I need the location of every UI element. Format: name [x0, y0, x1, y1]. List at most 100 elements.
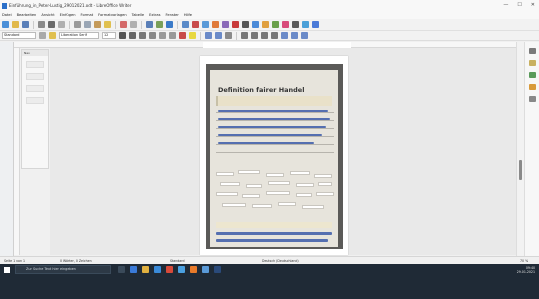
vertical-scrollbar[interactable]	[516, 42, 524, 256]
photos-icon[interactable]	[214, 266, 221, 273]
track-changes-icon[interactable]	[282, 21, 289, 28]
align-center-icon[interactable]	[251, 32, 258, 39]
menu-extras[interactable]: Extras	[149, 13, 160, 17]
numbering-icon[interactable]	[215, 32, 222, 39]
firefox-icon[interactable]	[190, 266, 197, 273]
sidebar-properties-icon[interactable]	[529, 48, 536, 54]
export-pdf-icon[interactable]	[38, 21, 45, 28]
find-replace-icon[interactable]	[146, 21, 153, 28]
footnote-icon[interactable]	[262, 21, 269, 28]
maximize-button[interactable]: ☐	[517, 2, 521, 8]
outline-icon[interactable]	[225, 32, 232, 39]
new-style-icon[interactable]	[39, 32, 46, 39]
cut-icon[interactable]	[74, 21, 81, 28]
decrease-indent-icon[interactable]	[301, 32, 308, 39]
save-icon[interactable]	[22, 21, 29, 28]
minimize-button[interactable]: —	[503, 2, 508, 8]
paragraph-style-select[interactable]: Standard	[2, 32, 36, 39]
navigator-entry[interactable]	[26, 85, 44, 92]
zoom-level[interactable]: 70 %	[520, 259, 528, 263]
superscript-icon[interactable]	[159, 32, 166, 39]
menu-format[interactable]: Format	[81, 13, 94, 17]
update-style-icon[interactable]	[49, 32, 56, 39]
print-preview-icon[interactable]	[58, 21, 65, 28]
align-left-icon[interactable]	[241, 32, 248, 39]
rule-line	[216, 144, 334, 145]
line-spacing-icon[interactable]	[281, 32, 288, 39]
document-page[interactable]: Definition fairer Handel	[200, 56, 348, 255]
font-size-select[interactable]: 12	[102, 32, 116, 39]
bold-icon[interactable]	[119, 32, 126, 39]
insert-field-icon[interactable]	[232, 21, 239, 28]
navigator-entry[interactable]	[26, 61, 44, 68]
font-color-icon[interactable]	[179, 32, 186, 39]
file-explorer-icon[interactable]	[142, 266, 149, 273]
menu-hilfe[interactable]: Hilfe	[184, 13, 192, 17]
menu-einfuegen[interactable]: Einfügen	[60, 13, 76, 17]
align-right-icon[interactable]	[261, 32, 268, 39]
navigator-header: Nav	[22, 50, 48, 56]
open-folder-icon[interactable]	[12, 21, 19, 28]
sidebar-gallery-icon[interactable]	[529, 72, 536, 78]
clone-formatting-icon[interactable]	[104, 21, 111, 28]
special-character-icon[interactable]	[242, 21, 249, 28]
navigator-entry[interactable]	[26, 97, 44, 104]
edge-icon[interactable]	[130, 266, 137, 273]
new-document-icon[interactable]	[2, 21, 9, 28]
menu-tabelle[interactable]: Tabelle	[132, 13, 145, 17]
justify-icon[interactable]	[271, 32, 278, 39]
task-view-icon[interactable]	[118, 266, 125, 273]
comment-icon[interactable]	[272, 21, 279, 28]
scrollbar-thumb[interactable]	[519, 160, 522, 180]
menu-datei[interactable]: Datei	[2, 13, 12, 17]
italic-icon[interactable]	[129, 32, 136, 39]
mail-icon[interactable]	[178, 266, 185, 273]
libreoffice-writer-taskbar-icon[interactable]	[202, 266, 209, 273]
menu-ansicht[interactable]: Ansicht	[41, 13, 54, 17]
vertical-ruler[interactable]	[14, 48, 20, 255]
navigator-panel[interactable]: Nav	[21, 49, 49, 169]
insert-table-icon[interactable]	[182, 21, 189, 28]
sidebar-navigator-icon[interactable]	[529, 84, 536, 90]
chrome-icon[interactable]	[166, 266, 173, 273]
insert-page-break-icon[interactable]	[222, 21, 229, 28]
document-canvas[interactable]: Definition fairer Handel	[50, 48, 516, 255]
increase-indent-icon[interactable]	[291, 32, 298, 39]
print-icon[interactable]	[48, 21, 55, 28]
spelling-icon[interactable]	[156, 21, 163, 28]
language-indicator[interactable]: Deutsch (Deutschland)	[262, 259, 299, 263]
formatting-marks-icon[interactable]	[166, 21, 173, 28]
basic-shapes-icon[interactable]	[302, 21, 309, 28]
subscript-icon[interactable]	[169, 32, 176, 39]
underline-icon[interactable]	[139, 32, 146, 39]
paste-icon[interactable]	[94, 21, 101, 28]
close-button[interactable]: ✕	[531, 2, 535, 8]
menu-fenster[interactable]: Fenster	[165, 13, 178, 17]
sidebar-toggle-icon[interactable]	[312, 21, 319, 28]
strikethrough-icon[interactable]	[149, 32, 156, 39]
sidebar-page-icon[interactable]	[529, 96, 536, 102]
store-icon[interactable]	[154, 266, 161, 273]
bullets-icon[interactable]	[205, 32, 212, 39]
formatting-toolbar: Standard Liberation Serif 12	[0, 31, 539, 41]
navigator-entry[interactable]	[26, 73, 44, 80]
system-tray-clock[interactable]: 09:40 29.01.2021	[517, 266, 535, 274]
menu-formatvorlagen[interactable]: Formatvorlagen	[98, 13, 126, 17]
font-name-select[interactable]: Liberation Serif	[59, 32, 99, 39]
copy-icon[interactable]	[84, 21, 91, 28]
line-icon[interactable]	[292, 21, 299, 28]
page-count[interactable]: Seite 1 von 1	[4, 259, 25, 263]
redo-icon[interactable]	[130, 21, 137, 28]
hyperlink-icon[interactable]	[252, 21, 259, 28]
insert-textbox-icon[interactable]	[212, 21, 219, 28]
windows-start-icon[interactable]	[4, 267, 10, 273]
menu-bearbeiten[interactable]: Bearbeiten	[17, 13, 37, 17]
undo-icon[interactable]	[120, 21, 127, 28]
page-style[interactable]: Standard	[170, 259, 185, 263]
taskbar-search-input[interactable]: Zur Suche Text hier eingeben	[15, 265, 111, 274]
highlight-icon[interactable]	[189, 32, 196, 39]
sidebar-styles-icon[interactable]	[529, 60, 536, 66]
worksheet-photo[interactable]: Definition fairer Handel	[206, 64, 343, 249]
insert-chart-icon[interactable]	[202, 21, 209, 28]
insert-image-icon[interactable]	[192, 21, 199, 28]
